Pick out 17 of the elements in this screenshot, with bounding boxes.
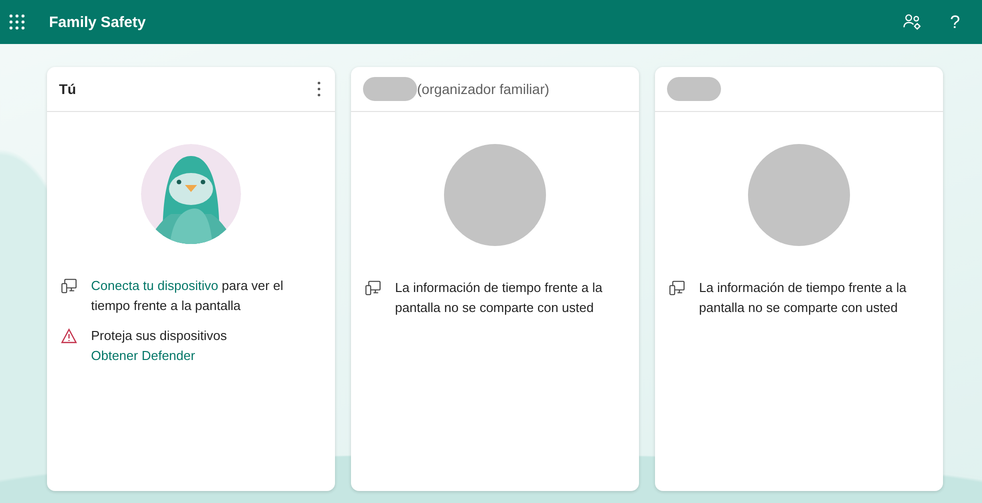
app-title: Family Safety <box>49 14 146 30</box>
info-text: La información de tiempo frente a la pantalla no se comparte con usted <box>699 280 906 315</box>
devices-icon <box>669 280 685 296</box>
help-button[interactable]: ? <box>950 12 960 32</box>
card-title: (organizador familiar) <box>417 81 550 97</box>
devices-icon <box>61 278 77 294</box>
devices-icon <box>365 280 381 296</box>
warning-text: Proteja sus dispositivos <box>91 327 227 345</box>
more-options-icon[interactable] <box>317 81 321 97</box>
warning-icon <box>61 328 77 344</box>
info-text: La información de tiempo frente a la pantalla no se comparte con usted <box>395 280 602 315</box>
card-title: Tú <box>59 81 76 97</box>
info-text: Conecta tu dispositivo para ver el tiempo frente a la pantalla <box>91 278 284 313</box>
connect-device-link[interactable]: Conecta tu dispositivo <box>91 278 218 293</box>
app-launcher-icon[interactable] <box>9 14 25 30</box>
get-defender-link[interactable]: Obtener Defender <box>91 346 196 366</box>
family-settings-icon[interactable] <box>902 14 922 30</box>
